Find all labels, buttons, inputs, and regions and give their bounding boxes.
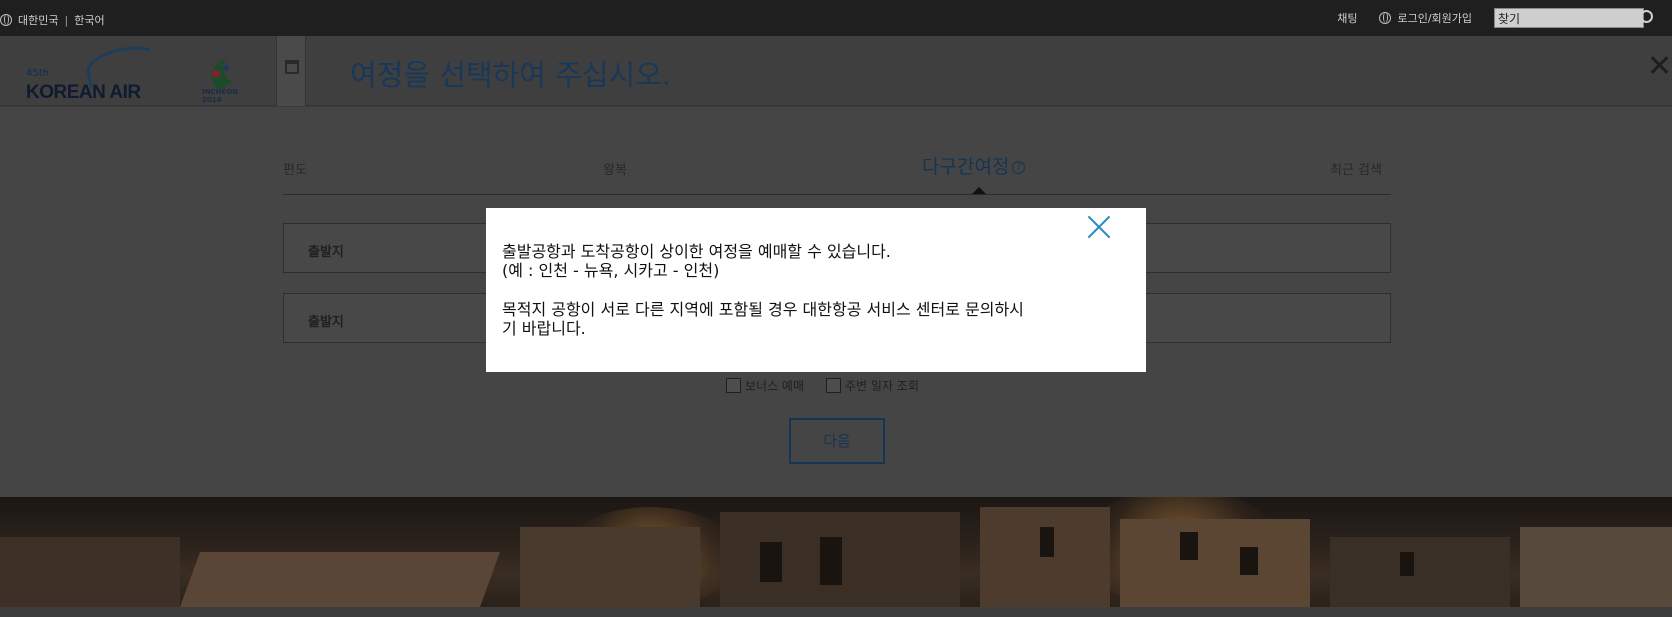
next-button[interactable]: 다음 [789, 418, 885, 464]
flexible-dates-label: 주변 일자 조회 [845, 379, 919, 393]
korean-air-logo[interactable]: 45th KOREAN AIR INCHEON 2014 [26, 40, 256, 104]
dialog-line-4: 기 바랍니다. [502, 319, 586, 338]
locale-selector[interactable]: 대한민국 | 한국어 [0, 12, 105, 28]
close-icon[interactable] [1084, 212, 1114, 242]
footer-strip [0, 607, 1672, 617]
background-city-photo [0, 497, 1672, 607]
chat-link[interactable]: 채팅 [1337, 10, 1357, 26]
tab-one-way[interactable]: 편도 [283, 159, 307, 178]
dialog-line-1: 출발공항과 도착공항이 상이한 여정을 예매할 수 있습니다. [502, 242, 891, 261]
trip-type-tabs: 편도 왕복 다구간여정? 최근 검색 [283, 147, 1391, 195]
page-header: 45th KOREAN AIR INCHEON 2014 여정을 선택하여 주십… [0, 36, 1672, 106]
top-utility-bar: 대한민국 | 한국어 채팅 로그인/회원가입 [0, 0, 1672, 36]
login-link[interactable]: 로그인/회원가입 [1379, 10, 1472, 26]
country-label[interactable]: 대한민국 [18, 12, 58, 28]
multi-city-info-dialog: 출발공항과 도착공항이 상이한 여정을 예매할 수 있습니다. (예 : 인천 … [486, 208, 1146, 372]
locale-divider: | [64, 13, 69, 27]
origin-label: 출발지 [308, 315, 344, 330]
flexible-dates-checkbox[interactable] [826, 378, 842, 393]
tab-multi-city-label: 다구간여정 [922, 156, 1010, 178]
active-tab-indicator [972, 187, 986, 194]
login-label[interactable]: 로그인/회원가입 [1397, 10, 1472, 26]
asian-games-emblem-icon [211, 56, 232, 90]
dialog-message: 출발공항과 도착공항이 상이한 여정을 예매할 수 있습니다. (예 : 인천 … [502, 242, 1132, 338]
calendar-icon [285, 60, 299, 74]
globe-icon [0, 14, 12, 26]
search-icon[interactable] [1636, 9, 1654, 27]
search-options: 보너스 예매 주변 일자 조회 [726, 377, 919, 394]
close-icon[interactable] [1648, 54, 1670, 76]
origin-label: 출발지 [308, 245, 344, 260]
help-icon[interactable]: ? [1012, 161, 1026, 174]
flexible-dates-option[interactable]: 주변 일자 조회 [826, 377, 919, 394]
tab-recent-search[interactable]: 최근 검색 [1330, 159, 1382, 178]
bonus-booking-checkbox[interactable] [726, 378, 741, 393]
tab-multi-city[interactable]: 다구간여정? [922, 152, 1026, 179]
bonus-booking-option[interactable]: 보너스 예매 [726, 377, 804, 394]
asian-games-text: INCHEON 2014 [202, 88, 239, 104]
dialog-line-3: 목적지 공항이 서로 다른 지역에 포함될 경우 대한항공 서비스 센터로 문의… [502, 300, 1024, 319]
calendar-tab[interactable] [276, 36, 306, 106]
search-input[interactable] [1494, 8, 1644, 28]
anniversary-text: 45th [26, 68, 49, 79]
language-label[interactable]: 한국어 [74, 12, 104, 28]
logo-text: KOREAN AIR [26, 82, 141, 103]
tab-round-trip[interactable]: 왕복 [603, 159, 627, 178]
page-title: 여정을 선택하여 주십시오. [350, 58, 672, 92]
skypass-icon [1379, 12, 1392, 24]
search-area [1494, 8, 1654, 28]
bonus-booking-label: 보너스 예매 [745, 379, 805, 393]
dialog-line-2: (예 : 인천 - 뉴욕, 시카고 - 인천) [502, 261, 720, 280]
